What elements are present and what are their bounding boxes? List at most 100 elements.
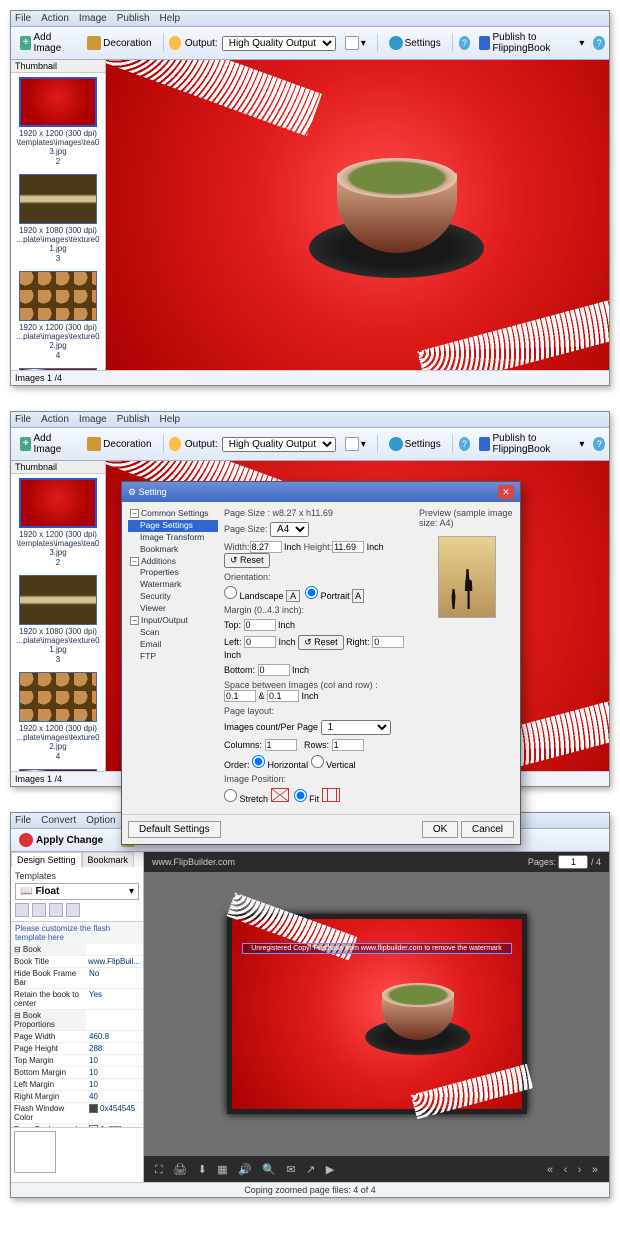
swatch-button[interactable]: ▾ (340, 435, 371, 453)
menu-file[interactable]: File (15, 414, 31, 425)
menu-help[interactable]: Help (160, 414, 181, 425)
property-row[interactable]: ⊟ Book Proportions (11, 1010, 143, 1031)
thumbnail-item[interactable]: 1920 x 1080 (300 dpi)...plate\images\tex… (15, 575, 101, 664)
add-image-button[interactable]: +Add Image (15, 30, 78, 56)
template-select[interactable]: 📖 Float ▾ (15, 883, 139, 900)
fullscreen-icon[interactable]: ⛶ (155, 1164, 163, 1176)
thumbnail-tab[interactable]: Thumbnail (11, 461, 105, 474)
menu-action[interactable]: Action (41, 414, 69, 425)
menu-file[interactable]: File (15, 815, 31, 826)
prev-page-icon[interactable]: ‹ (564, 1164, 568, 1176)
output-select[interactable]: High Quality Output (222, 36, 336, 51)
add-image-button[interactable]: +Add Image (15, 431, 78, 457)
property-row[interactable]: Page Height288 (11, 1043, 143, 1055)
rows-input[interactable] (332, 739, 364, 751)
thumbnail-item[interactable]: 1920 x 1200 (300 dpi)...plate\images\tex… (15, 769, 101, 771)
menu-file[interactable]: File (15, 13, 31, 24)
margin-left-input[interactable] (244, 636, 276, 648)
tab-bookmark[interactable]: Bookmark (82, 852, 135, 867)
autoplay-icon[interactable]: ▶ (326, 1164, 334, 1176)
count-select[interactable]: 1 (321, 720, 391, 735)
share-icon[interactable]: ↗ (306, 1164, 315, 1176)
horizontal-radio[interactable]: Horizontal (252, 760, 308, 770)
next-page-icon[interactable]: › (578, 1164, 582, 1176)
menu-option[interactable]: Option (86, 815, 115, 826)
height-input[interactable] (332, 541, 364, 553)
stretch-radio[interactable]: Stretch (224, 794, 268, 804)
thumbnails-icon[interactable]: ▦ (217, 1164, 227, 1176)
menu-publish[interactable]: Publish (117, 13, 150, 24)
property-row[interactable]: Retain the book to centerYes (11, 989, 143, 1010)
property-row[interactable]: Bottom Margin10 (11, 1067, 143, 1079)
book-page[interactable]: Unregistered Copy! Purchase from www.fli… (227, 914, 527, 1114)
decoration-button[interactable]: Decoration (82, 34, 156, 52)
property-row[interactable]: Right Margin40 (11, 1091, 143, 1103)
last-page-icon[interactable]: » (592, 1164, 598, 1176)
menu-image[interactable]: Image (79, 13, 107, 24)
menu-publish[interactable]: Publish (117, 414, 150, 425)
zoom-icon[interactable]: 🔍 (262, 1164, 276, 1176)
page-input[interactable] (558, 855, 588, 869)
width-input[interactable] (250, 541, 282, 553)
settings-button[interactable]: Settings (384, 34, 446, 52)
vertical-radio[interactable]: Vertical (311, 760, 356, 770)
decoration-button[interactable]: Decoration (82, 435, 156, 453)
template-import-icon[interactable] (49, 903, 63, 917)
menu-help[interactable]: Help (160, 13, 181, 24)
landscape-radio[interactable]: Landscape (224, 591, 284, 601)
thumbnail-item[interactable]: 1920 x 1200 (300 dpi)\templates\images\t… (15, 478, 101, 567)
download-icon[interactable]: ⬇ (198, 1164, 207, 1176)
help-icon[interactable]: ? (459, 437, 471, 451)
property-row[interactable]: Flash Window Color0x454545 (11, 1103, 143, 1124)
thumbnail-item[interactable]: 1920 x 1200 (300 dpi)\templates\images\t… (15, 77, 101, 166)
pagesize-select[interactable]: A4 (270, 522, 309, 537)
print-icon[interactable]: 🖨 (173, 1164, 187, 1176)
property-row[interactable]: Book Titlewww.FlipBuil... (11, 956, 143, 968)
default-settings-button[interactable]: Default Settings (128, 821, 221, 838)
property-row[interactable]: Left Margin10 (11, 1079, 143, 1091)
settings-button[interactable]: Settings (384, 435, 446, 453)
menu-action[interactable]: Action (41, 13, 69, 24)
thumbnail-tab[interactable]: Thumbnail (11, 60, 105, 73)
thumbnail-item[interactable]: 1920 x 1200 (300 dpi)...plate\images\tex… (15, 271, 101, 360)
sound-icon[interactable]: 🔊 (238, 1164, 252, 1176)
cancel-button[interactable]: Cancel (461, 821, 514, 838)
template-save-icon[interactable] (15, 903, 29, 917)
close-button[interactable]: ✕ (498, 485, 514, 499)
fit-radio[interactable]: Fit (294, 794, 320, 804)
space-row-input[interactable] (267, 690, 299, 702)
apply-change-button[interactable]: Apply Change (15, 832, 107, 848)
thumbnail-item[interactable]: 1920 x 1200 (300 dpi)...plate\images\tex… (15, 672, 101, 761)
reset-button[interactable]: ↺ Reset (224, 553, 270, 568)
template-delete-icon[interactable] (32, 903, 46, 917)
help2-icon[interactable]: ? (593, 36, 605, 50)
first-page-icon[interactable]: « (547, 1164, 553, 1176)
property-row[interactable]: ⊟ Book (11, 944, 143, 956)
menu-convert[interactable]: Convert (41, 815, 76, 826)
tab-design[interactable]: Design Setting (11, 852, 82, 867)
help2-icon[interactable]: ? (593, 437, 605, 451)
thumbnail-item[interactable]: 1920 x 1080 (300 dpi)...plate\images\tex… (15, 174, 101, 263)
settings-tree[interactable]: −Common Settings Page Settings Image Tra… (128, 508, 218, 808)
help-icon[interactable]: ? (459, 36, 471, 50)
margin-reset-button[interactable]: ↺ Reset (298, 635, 344, 650)
swatch-button[interactable]: ▾ (340, 34, 371, 52)
output-select[interactable]: High Quality Output (222, 437, 336, 452)
thumbnail-item[interactable]: 1920 x 1200 (300 dpi)...plate\images\tex… (15, 368, 101, 370)
property-list[interactable]: ⊟ BookBook Titlewww.FlipBuil...Hide Book… (11, 944, 143, 1127)
margin-right-input[interactable] (372, 636, 404, 648)
ok-button[interactable]: OK (422, 821, 458, 838)
template-export-icon[interactable] (66, 903, 80, 917)
margin-top-input[interactable] (244, 619, 276, 631)
dialog-titlebar[interactable]: ⚙ Setting ✕ (122, 482, 520, 502)
property-row[interactable]: Top Margin10 (11, 1055, 143, 1067)
portrait-radio[interactable]: Portrait (305, 591, 350, 601)
property-row[interactable]: Hide Book Frame BarNo (11, 968, 143, 989)
margin-bottom-input[interactable] (258, 664, 290, 676)
columns-input[interactable] (265, 739, 297, 751)
property-row[interactable]: Page Width460.8 (11, 1031, 143, 1043)
menu-image[interactable]: Image (79, 414, 107, 425)
space-col-input[interactable] (224, 690, 256, 702)
mail-icon[interactable]: ✉ (286, 1164, 295, 1176)
publish-button[interactable]: Publish to FlippingBook ▾ (474, 431, 589, 457)
